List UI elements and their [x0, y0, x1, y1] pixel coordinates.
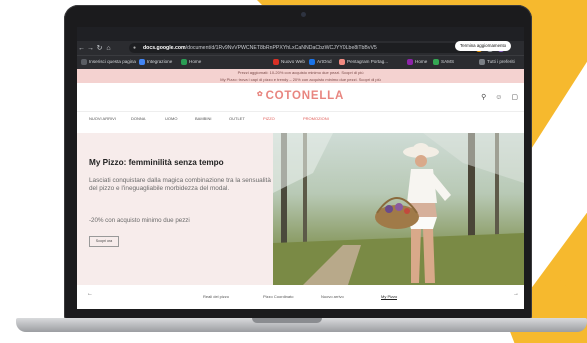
category-link[interactable]: Nuovo arrivo: [321, 294, 344, 299]
arrow-right-icon[interactable]: →: [513, 291, 519, 297]
bookmarks-bar: Inserisci questa pagina Integrazione Hom…: [77, 55, 524, 69]
hero-title: My Pizzo: femminilità senza tempo: [89, 158, 224, 167]
bookmark-icon: [339, 59, 345, 65]
hero-description: Lasciati conquistare dalla magica combin…: [89, 177, 271, 193]
bookmark-label: Integrazione: [147, 59, 173, 64]
category-link[interactable]: Reali del pizzo: [203, 294, 229, 299]
menu-item-pizzo[interactable]: PIZZO: [263, 116, 275, 121]
hero-banner: My Pizzo: femminilità senza tempo Lascia…: [77, 133, 524, 285]
logo-mark-icon: ✿: [256, 91, 264, 98]
menu-item[interactable]: BAMBINI: [195, 116, 211, 121]
bookmark-item[interactable]: Home: [407, 58, 427, 66]
bookmark-label: Home: [415, 59, 428, 64]
back-icon[interactable]: ←: [77, 45, 86, 52]
bookmark-label: Nuovo Web: [281, 59, 305, 64]
arrow-left-icon[interactable]: ←: [87, 291, 93, 297]
model-forest-photo: [273, 133, 524, 285]
category-link-active[interactable]: My Pizzo: [381, 294, 398, 300]
bookmark-label: Home: [189, 59, 202, 64]
bookmark-icon: [433, 59, 439, 65]
bookmark-item[interactable]: ArtOnd: [309, 58, 332, 66]
bookmark-icon: [479, 59, 485, 65]
announcement-line[interactable]: Prezzi aggiornati: 10-20% con acquisto m…: [77, 69, 524, 76]
bookmark-icon: [407, 59, 413, 65]
brand-logo[interactable]: ✿ COTONELLA: [77, 90, 524, 102]
menu-item[interactable]: NUOVI ARRIVI: [89, 116, 116, 121]
hero-photo[interactable]: [273, 133, 524, 285]
webcam: [301, 12, 306, 17]
bookmark-item[interactable]: Inserisci questa pagina: [81, 58, 136, 66]
bookmark-item[interactable]: Integrazione: [139, 58, 172, 66]
header-icons: ⚲ ☺ ▢: [474, 93, 518, 101]
bookmark-label: Pentagram Portag...: [347, 59, 389, 64]
bookmark-icon: [81, 59, 87, 65]
reload-icon[interactable]: ↻: [95, 44, 104, 52]
menu-item-promozioni[interactable]: PROMOZIONI: [303, 116, 329, 121]
bookmark-icon: [181, 59, 187, 65]
menu-item[interactable]: UOMO: [165, 116, 177, 121]
site-header: ✿ COTONELLA ⚲ ☺ ▢: [77, 83, 524, 112]
bookmark-label: ArtOnd: [317, 59, 332, 64]
lock-icon: ●: [133, 45, 137, 51]
bookmark-icon: [273, 59, 279, 65]
bookmark-item[interactable]: Pentagram Portag...: [339, 58, 388, 66]
bottom-category-nav: ← Reali del pizzo Pizzo Coordinato Nuovo…: [77, 285, 524, 309]
logo-text: COTONELLA: [265, 90, 345, 102]
bookmark-label: Inserisci questa pagina: [89, 59, 136, 64]
announcement-line[interactable]: My Pizzo: trova i capi di pizzo e trendy…: [77, 76, 524, 83]
main-menu: NUOVI ARRIVI DONNA UOMO BAMBINI OUTLET P…: [77, 112, 524, 126]
url-path: /document/d/1Rv9NvVPWCNET8bRnPPXYhLxCaNN…: [185, 45, 377, 51]
bookmark-icon: [309, 59, 315, 65]
announcement-bar: Prezzi aggiornati: 10-20% con acquisto m…: [77, 69, 524, 83]
hero-text-panel: My Pizzo: femminilità senza tempo Lascia…: [77, 133, 273, 285]
user-icon[interactable]: ☺: [495, 94, 502, 101]
search-icon[interactable]: ⚲: [481, 94, 486, 101]
update-button[interactable]: Termina aggiornamento: [455, 41, 512, 51]
discover-button[interactable]: Scopri ora: [89, 236, 119, 247]
category-link[interactable]: Pizzo Coordinato: [263, 294, 293, 299]
bookmark-item[interactable]: Nuovo Web: [273, 58, 305, 66]
bookmark-item[interactable]: Home: [181, 58, 201, 66]
bookmark-item[interactable]: SAMS: [433, 58, 454, 66]
bookmark-item[interactable]: Tutti i preferiti: [479, 58, 515, 66]
cart-icon[interactable]: ▢: [511, 94, 518, 101]
url-field[interactable]: ● docs.google.com/document/d/1Rv9NvVPWCN…: [129, 43, 483, 53]
browser-tabbar: [77, 27, 524, 41]
bookmark-icon: [139, 59, 145, 65]
forward-icon[interactable]: →: [86, 45, 95, 52]
bookmark-label: SAMS: [441, 59, 455, 64]
url-domain: docs.google.com: [143, 45, 186, 51]
menu-item[interactable]: DONNA: [131, 116, 145, 121]
laptop-screen: ← → ↻ ⌂ ● docs.google.com/document/d/1Rv…: [77, 27, 524, 309]
bookmark-label: Tutti i preferiti: [487, 59, 515, 64]
hero-promo: -20% con acquisto minimo due pezzi: [89, 217, 190, 224]
laptop-notch: [252, 318, 322, 323]
home-icon[interactable]: ⌂: [104, 45, 113, 52]
menu-item[interactable]: OUTLET: [229, 116, 245, 121]
